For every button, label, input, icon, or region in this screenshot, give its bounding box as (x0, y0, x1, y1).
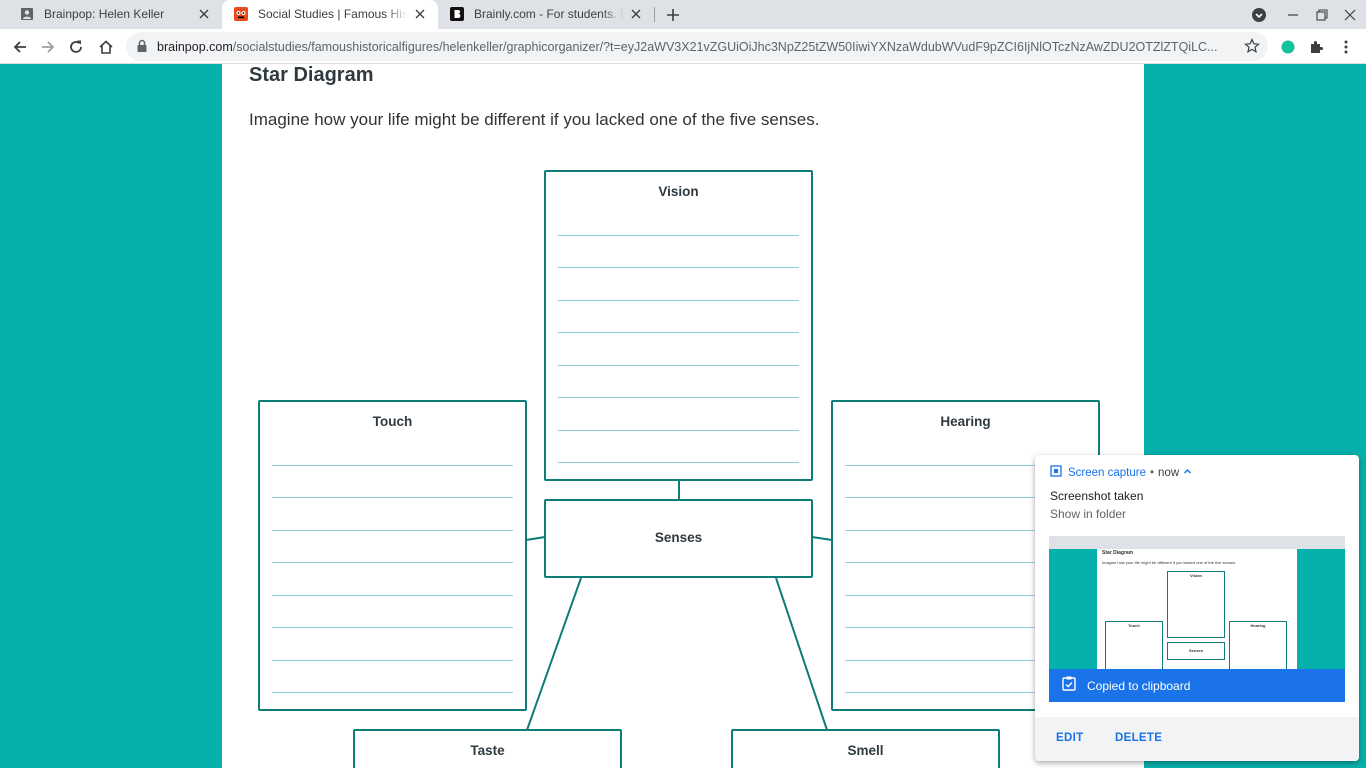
answer-line (272, 530, 513, 531)
tab-strip: Brainpop: Helen Keller Social Studies | … (0, 0, 1366, 29)
tab-label: Brainly.com - For students. By students. (474, 7, 624, 21)
smell-box[interactable]: Smell (731, 729, 1000, 768)
tab-brainpop-helen-keller[interactable]: Brainpop: Helen Keller (8, 0, 222, 29)
smell-label: Smell (847, 743, 884, 758)
tab-label: Brainpop: Helen Keller (44, 7, 165, 21)
thumbnail-page: Star Diagram Imagine how your life might… (1097, 549, 1297, 670)
clipboard-check-icon (1061, 675, 1077, 696)
hearing-label: Hearing (940, 414, 991, 429)
vision-box[interactable]: Vision (544, 170, 813, 481)
answer-line (558, 332, 799, 333)
thumbnail-senses-label: Senses (1188, 648, 1203, 653)
close-tab-icon[interactable] (196, 6, 212, 22)
answer-line (272, 497, 513, 498)
thumbnail-instructions: Imagine how your life might be different… (1102, 560, 1237, 565)
notification-title: Screenshot taken (1050, 489, 1144, 503)
close-tab-icon[interactable] (412, 6, 428, 22)
home-icon[interactable] (94, 35, 118, 59)
extensions-puzzle-icon[interactable] (1304, 35, 1328, 59)
new-tab-button[interactable] (662, 4, 684, 26)
answer-line (272, 627, 513, 628)
delete-button[interactable]: DELETE (1115, 732, 1162, 744)
tab-search-icon[interactable] (1249, 5, 1269, 25)
vision-label: Vision (658, 184, 699, 199)
restore-icon[interactable] (1312, 5, 1332, 25)
close-tab-icon[interactable] (628, 6, 644, 22)
bookmark-star-icon[interactable] (1244, 38, 1260, 59)
graphic-organizer-page: Star Diagram Imagine how your life might… (222, 64, 1144, 768)
thumbnail-touch-box: Touch (1105, 621, 1163, 670)
thumbnail-title: Star Diagram (1102, 550, 1134, 556)
thumbnail-senses-box: Senses (1167, 642, 1225, 660)
tab-divider (654, 7, 655, 22)
brainpop-icon (234, 7, 248, 21)
back-icon[interactable] (8, 35, 32, 59)
notification-separator: • (1150, 466, 1155, 479)
show-in-folder-link[interactable]: Show in folder (1050, 507, 1126, 521)
answer-line (558, 267, 799, 268)
tab-social-studies[interactable]: Social Studies | Famous Historical Figur… (222, 0, 438, 29)
touch-label: Touch (372, 414, 413, 429)
answer-line (272, 562, 513, 563)
senses-label: Senses (654, 530, 703, 545)
answer-line (558, 365, 799, 366)
thumbnail-browser-bar (1049, 536, 1345, 549)
answer-line (558, 430, 799, 431)
screen-capture-icon (1050, 465, 1062, 480)
answer-line (272, 660, 513, 661)
touch-box[interactable]: Touch (258, 400, 527, 711)
notification-header: Screen capture • now (1050, 465, 1192, 480)
answer-line (558, 235, 799, 236)
url-text[interactable]: brainpop.com/socialstudies/famoushistori… (157, 40, 1232, 54)
thumbnail-hearing-box: Hearing (1229, 621, 1287, 670)
browser-toolbar: brainpop.com/socialstudies/famoushistori… (0, 29, 1366, 64)
brainly-icon (450, 7, 464, 21)
person-icon (20, 7, 34, 21)
thumbnail-hearing-label: Hearing (1250, 623, 1266, 628)
thumbnail-vision-label: Vision (1190, 573, 1202, 578)
screenshot-notification[interactable]: Screen capture • now Screenshot taken Sh… (1035, 455, 1359, 761)
menu-dots-icon[interactable] (1334, 35, 1358, 59)
clipboard-text: Copied to clipboard (1087, 678, 1191, 693)
extension-grammarly-icon[interactable] (1276, 35, 1300, 59)
close-window-icon[interactable] (1340, 5, 1360, 25)
answer-line (272, 692, 513, 693)
taste-label: Taste (470, 743, 505, 758)
thumbnail-touch-label: Touch (1128, 623, 1140, 628)
answer-line (558, 462, 799, 463)
taste-box[interactable]: Taste (353, 729, 622, 768)
screenshot-thumbnail[interactable]: Star Diagram Imagine how your life might… (1049, 536, 1345, 670)
answer-line (272, 595, 513, 596)
url-path: /socialstudies/famoushistoricalfigures/h… (232, 40, 1218, 54)
minimize-icon[interactable] (1283, 5, 1303, 25)
notification-app-name: Screen capture (1068, 466, 1146, 479)
answer-line (272, 465, 513, 466)
tab-brainly[interactable]: Brainly.com - For students. By students. (438, 0, 654, 29)
edit-button[interactable]: EDIT (1056, 732, 1083, 744)
tab-label: Social Studies | Famous Historical Figur… (258, 7, 408, 21)
address-bar[interactable]: brainpop.com/socialstudies/famoushistori… (126, 32, 1268, 61)
chevron-up-icon[interactable] (1183, 467, 1192, 479)
copied-to-clipboard-bar: Copied to clipboard (1049, 669, 1345, 702)
reload-icon[interactable] (64, 35, 88, 59)
answer-line (558, 300, 799, 301)
lock-icon[interactable] (136, 39, 148, 58)
thumbnail-vision-box: Vision (1167, 571, 1225, 638)
senses-center-box[interactable]: Senses (544, 499, 813, 578)
notification-actions: EDIT DELETE (1035, 717, 1359, 761)
url-domain: brainpop.com (157, 40, 233, 54)
answer-line (558, 397, 799, 398)
notification-time: now (1158, 466, 1180, 479)
forward-icon[interactable] (36, 35, 60, 59)
